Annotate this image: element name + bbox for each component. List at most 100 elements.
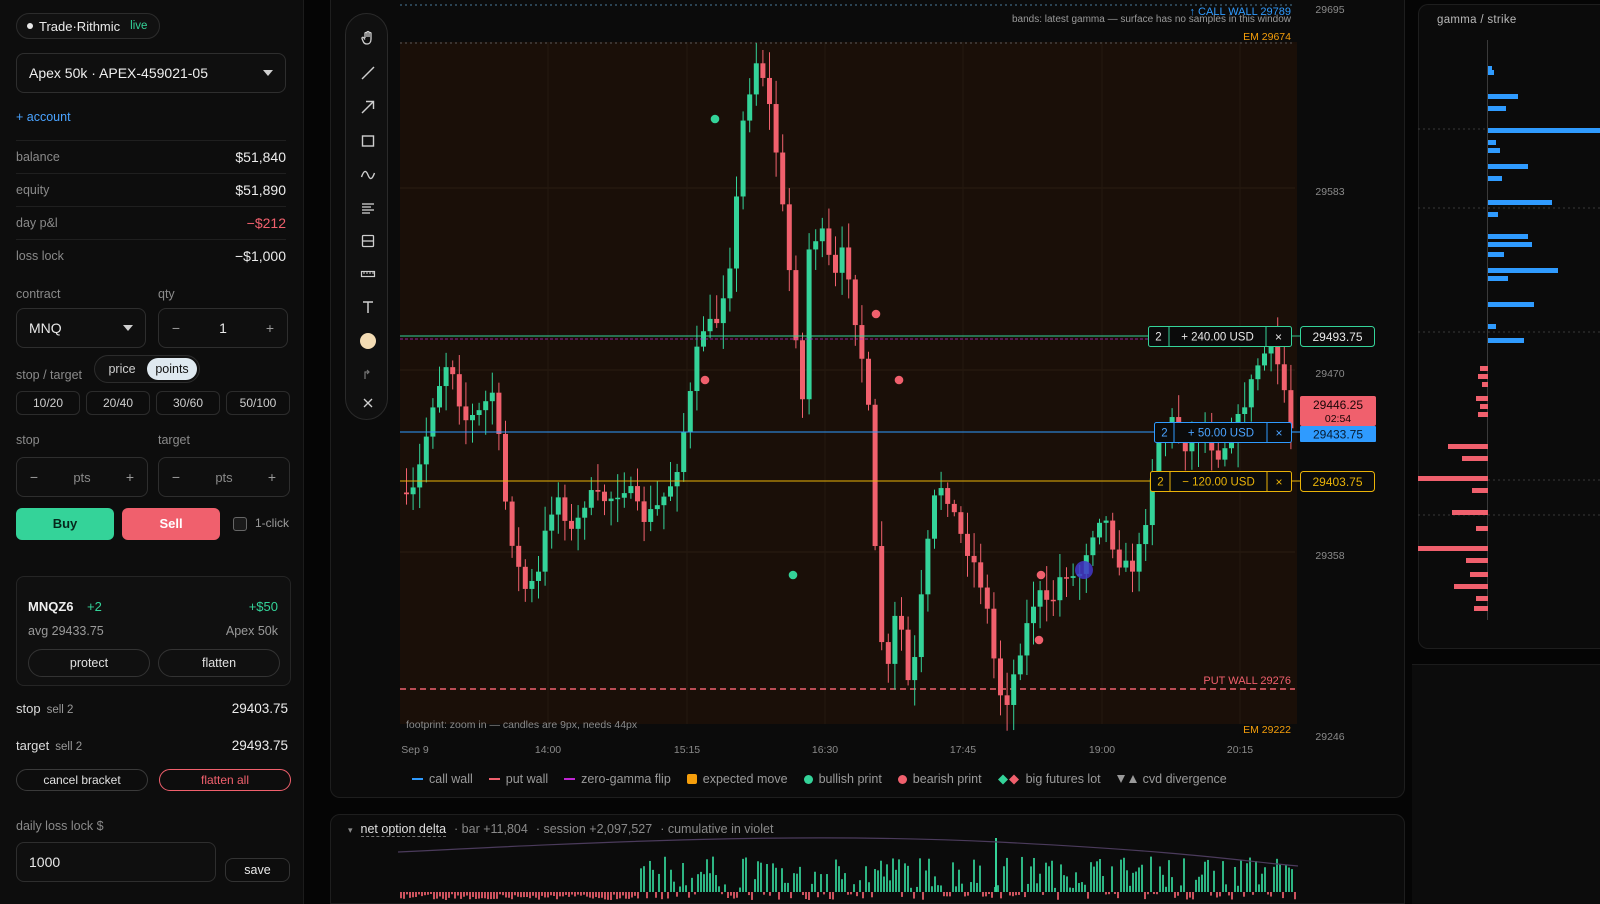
delta-bar	[769, 892, 771, 896]
delta-bar	[640, 868, 642, 892]
delta-bar	[514, 892, 516, 896]
close-icon[interactable]: ×	[1275, 426, 1282, 440]
preset-button[interactable]: 10/20	[16, 391, 80, 415]
sell-button[interactable]: Sell	[122, 508, 220, 540]
hand-icon[interactable]	[346, 27, 389, 49]
delta-bar	[415, 892, 417, 897]
candle-body	[661, 496, 667, 506]
add-account-link[interactable]: + account	[16, 110, 71, 124]
target-order-tag[interactable]: 2 + 240.00 USD ×	[1148, 326, 1292, 347]
delta-bar	[865, 866, 867, 892]
preset-button[interactable]: 20/40	[86, 391, 150, 415]
stop-order-tag[interactable]: 2 − 120.00 USD ×	[1150, 471, 1292, 492]
undo-icon[interactable]	[346, 364, 389, 386]
entry-order-tag[interactable]: 2 + 50.00 USD ×	[1154, 422, 1292, 443]
gamma-bar-positive	[1488, 70, 1494, 75]
price-chart[interactable]: ↑ CALL WALL 29789 bands: latest gamma — …	[398, 0, 1404, 766]
flatten-all-button[interactable]: flatten all	[159, 769, 291, 791]
delta-bar	[763, 892, 765, 895]
legend-item[interactable]: put wall	[488, 772, 548, 786]
mode-points-button[interactable]: points	[147, 358, 197, 380]
candle-body	[1103, 520, 1109, 523]
time-tick: Sep 9	[401, 744, 429, 756]
preset-button[interactable]: 30/60	[156, 391, 220, 415]
contract-select[interactable]: MNQ	[16, 308, 146, 348]
daily-loss-value[interactable]: 1000	[29, 854, 60, 870]
broker-status-pill[interactable]: Trade·Rithmic live	[16, 13, 161, 39]
legend-item[interactable]: expected move	[686, 772, 788, 786]
plus-icon[interactable]: +	[261, 469, 283, 485]
text-icon[interactable]	[346, 296, 389, 318]
plus-icon[interactable]: +	[259, 320, 281, 336]
delta-bar	[1060, 864, 1062, 892]
delta-bar	[1135, 871, 1137, 892]
delta-bar	[682, 863, 684, 892]
stop-stepper[interactable]: − pts +	[16, 457, 148, 497]
minus-icon[interactable]: −	[165, 469, 187, 485]
panel-icon[interactable]	[346, 230, 389, 252]
legend-item[interactable]: cvd divergence	[1116, 772, 1227, 786]
mode-price-button[interactable]: price	[97, 358, 147, 380]
one-click-checkbox[interactable]	[233, 517, 247, 531]
candle-body	[1248, 379, 1254, 408]
price-axis: 29695 29583 29470 29358 29246	[1315, 4, 1344, 743]
contract-label: contract	[16, 287, 61, 301]
target-input[interactable]: pts	[215, 470, 232, 485]
close-icon[interactable]	[346, 392, 389, 414]
legend-item[interactable]: call wall	[412, 772, 473, 786]
minus-icon[interactable]: −	[165, 320, 187, 336]
plus-icon[interactable]: +	[119, 469, 141, 485]
delta-bar	[511, 892, 513, 900]
delta-bar	[1249, 857, 1251, 892]
protect-button[interactable]: protect	[28, 649, 150, 677]
delta-bar	[772, 863, 774, 892]
delta-bar	[556, 892, 558, 900]
delta-bar	[1105, 892, 1107, 895]
preset-button[interactable]: 50/100	[226, 391, 290, 415]
stop-input[interactable]: pts	[73, 470, 90, 485]
candle-body	[456, 374, 462, 407]
legend-label: big futures lot	[1025, 772, 1101, 786]
delta-bar	[457, 892, 459, 896]
legend-item[interactable]: big futures lot	[997, 772, 1101, 786]
target-stepper[interactable]: − pts +	[158, 457, 290, 497]
daily-loss-input[interactable]: 1000	[16, 842, 216, 882]
delta-bar	[784, 882, 786, 892]
arrow-icon[interactable]	[346, 96, 389, 118]
buy-button[interactable]: Buy	[16, 508, 114, 540]
candle-body	[720, 298, 726, 324]
candle-body	[819, 228, 825, 242]
legend-item[interactable]: bullish print	[803, 772, 882, 786]
text-lines-icon[interactable]	[346, 197, 389, 219]
delta-bar	[724, 884, 726, 892]
qty-stepper[interactable]: − 1 +	[158, 308, 288, 348]
account-select[interactable]: Apex 50k · APEX-459021-05	[16, 53, 286, 93]
candle-body	[813, 241, 819, 250]
delta-bar	[1159, 866, 1161, 892]
flatten-button[interactable]: flatten	[158, 649, 280, 677]
minus-icon[interactable]: −	[23, 469, 45, 485]
curve-icon[interactable]	[346, 164, 389, 186]
print-dot	[1036, 570, 1046, 580]
delta-bar	[775, 867, 777, 892]
qty-value[interactable]: 1	[219, 320, 227, 336]
save-button[interactable]: save	[225, 858, 290, 882]
color-icon[interactable]	[346, 330, 389, 352]
stop-target-mode-toggle[interactable]: price points	[94, 355, 200, 383]
broker-name: Trade·Rithmic	[39, 18, 121, 34]
collapse-icon[interactable]: ▾	[348, 825, 353, 836]
delta-bar	[925, 870, 927, 892]
delta-bar	[1057, 892, 1059, 900]
delta-bar	[1258, 884, 1260, 892]
cancel-bracket-button[interactable]: cancel bracket	[16, 769, 148, 791]
legend-item[interactable]: bearish print	[897, 772, 982, 786]
rectangle-icon[interactable]	[346, 130, 389, 152]
close-icon[interactable]: ×	[1275, 330, 1282, 344]
delta-bar	[1252, 892, 1254, 895]
delta-bar	[1027, 883, 1029, 892]
ruler-icon[interactable]	[346, 263, 389, 285]
close-icon[interactable]: ×	[1275, 475, 1282, 489]
stat-value: −$212	[246, 215, 286, 231]
legend-item[interactable]: zero-gamma flip	[564, 772, 671, 786]
line-icon[interactable]	[346, 62, 389, 84]
